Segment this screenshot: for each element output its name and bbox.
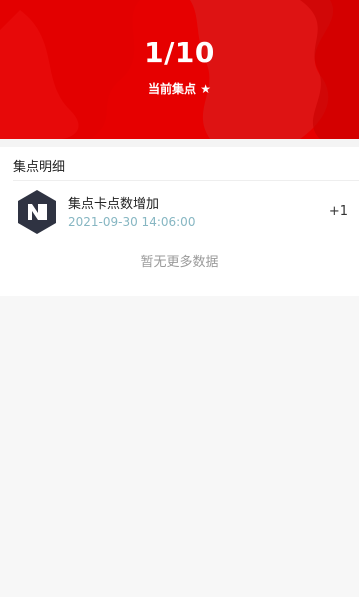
- empty-message: 暂无更多数据: [140, 255, 219, 270]
- hexagon-n-logo-icon: [18, 190, 56, 234]
- list-item[interactable]: 集点卡点数增加 2021-09-30 14:06:00 +1: [0, 187, 359, 239]
- points-subtitle: 当前集点 ★: [0, 80, 359, 97]
- record-delta: +1: [328, 204, 348, 219]
- points-count: 1/10: [144, 36, 215, 69]
- record-name: 集点卡点数增加: [68, 197, 160, 212]
- points-subtitle-label: 当前集点: [148, 82, 197, 96]
- divider: [13, 180, 359, 181]
- header-decoration: [0, 0, 359, 139]
- points-details-card: 集点明细 集点卡点数增加 2021-09-30 14:06:00 +1 暂无更多…: [0, 147, 359, 296]
- record-time: 2021-09-30 14:06:00: [68, 215, 196, 229]
- star-icon: ★: [200, 82, 211, 96]
- points-header: 1/10 当前集点 ★: [0, 0, 359, 139]
- section-gap: [0, 139, 359, 147]
- section-title: 集点明细: [13, 160, 66, 175]
